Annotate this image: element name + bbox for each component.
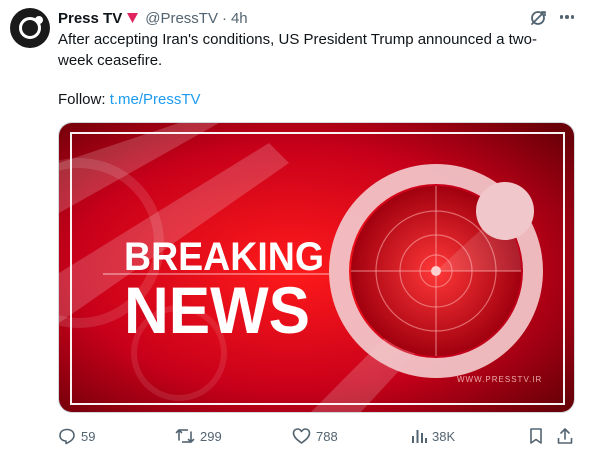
bookmark-button[interactable] <box>528 426 544 446</box>
views-count: 38K <box>432 428 456 444</box>
follow-link[interactable]: t.me/PressTV <box>110 91 201 108</box>
share-icon <box>557 428 573 444</box>
follow-line: Follow: t.me/PressTV <box>58 89 201 110</box>
reply-count: 59 <box>81 428 96 444</box>
display-name[interactable]: Press TV <box>58 10 122 27</box>
tweet[interactable]: Press TV @PressTV · 4h After accepting I… <box>0 0 596 452</box>
headline-line2: NEWS <box>124 273 310 347</box>
bookmark-icon <box>530 428 542 444</box>
like-button[interactable]: 788 <box>292 426 338 446</box>
avatar[interactable] <box>10 8 50 48</box>
repost-icon <box>175 429 195 443</box>
timestamp[interactable]: 4h <box>231 10 248 27</box>
tweet-text: After accepting Iran's conditions, US Pr… <box>58 31 537 69</box>
watermark: WWW.PRESSTV.IR <box>457 375 542 384</box>
grok-icon[interactable] <box>529 9 547 27</box>
like-count: 788 <box>316 428 338 444</box>
repost-count: 299 <box>200 428 222 444</box>
more-icon[interactable] <box>556 8 578 26</box>
share-button[interactable] <box>556 426 574 446</box>
media-image[interactable]: BREAKING NEWS WWW.PRESSTV.IR <box>58 122 575 413</box>
separator-dot: · <box>221 9 227 27</box>
repost-button[interactable]: 299 <box>175 426 222 446</box>
action-bar: 59 299 788 38K <box>58 426 578 446</box>
reply-icon <box>59 428 75 445</box>
heart-icon <box>292 428 311 444</box>
follow-prefix: Follow: <box>58 91 110 108</box>
red-triangle-icon[interactable] <box>127 13 139 23</box>
views-button[interactable]: 38K <box>411 426 455 446</box>
presstv-radar-logo <box>329 164 543 378</box>
tweet-header: Press TV @PressTV · 4h <box>58 9 248 27</box>
views-icon <box>412 430 427 443</box>
reply-button[interactable]: 59 <box>58 426 95 446</box>
logo-dot <box>35 16 43 24</box>
handle[interactable]: @PressTV <box>145 10 218 27</box>
